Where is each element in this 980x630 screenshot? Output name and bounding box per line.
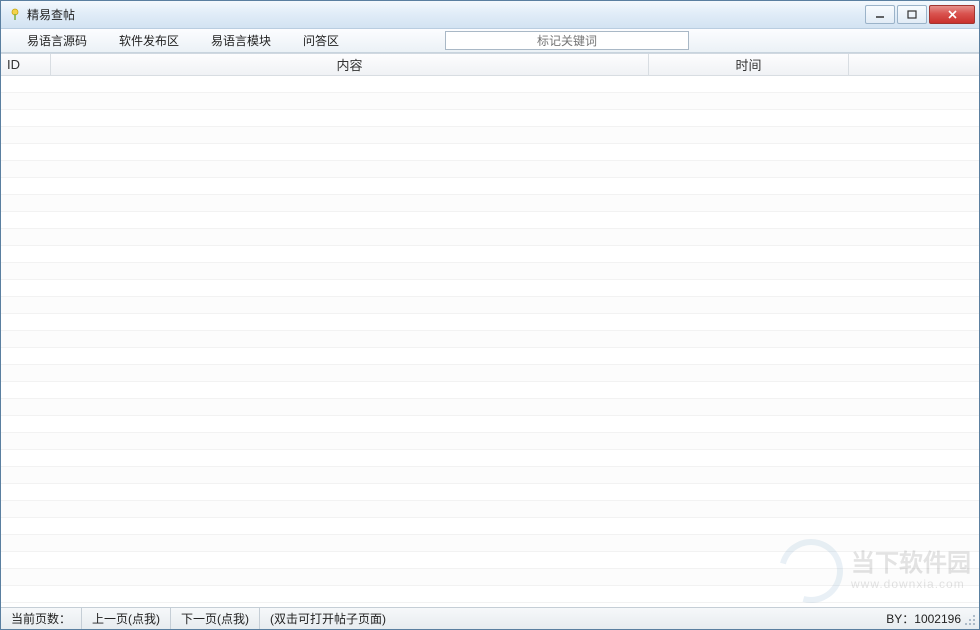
table-row (1, 484, 979, 501)
app-icon (7, 7, 23, 23)
toolbar: 易语言源码 软件发布区 易语言模块 问答区 (1, 29, 979, 53)
search-input[interactable] (445, 31, 689, 50)
table-row (1, 246, 979, 263)
table-header: ID 内容 时间 (1, 54, 979, 76)
table-row (1, 348, 979, 365)
column-id[interactable]: ID (1, 54, 51, 75)
table-row (1, 433, 979, 450)
hint-text: (双击可打开帖子页面) (260, 608, 876, 629)
data-table: ID 内容 时间 (1, 53, 979, 607)
table-row (1, 280, 979, 297)
table-row (1, 331, 979, 348)
table-row (1, 93, 979, 110)
table-row (1, 501, 979, 518)
tab-software-release[interactable]: 软件发布区 (103, 30, 195, 51)
table-row (1, 535, 979, 552)
titlebar: 精易查帖 (1, 1, 979, 29)
table-row (1, 229, 979, 246)
prev-page-button[interactable]: 上一页(点我) (82, 608, 171, 629)
table-row (1, 518, 979, 535)
window-title: 精易查帖 (27, 6, 863, 23)
current-page-label: 当前页数： (1, 608, 82, 629)
table-row (1, 110, 979, 127)
table-row (1, 212, 979, 229)
table-row (1, 297, 979, 314)
tab-modules[interactable]: 易语言模块 (195, 30, 287, 51)
column-time[interactable]: 时间 (649, 54, 849, 75)
tab-qa[interactable]: 问答区 (287, 30, 355, 51)
table-row (1, 161, 979, 178)
table-row (1, 76, 979, 93)
table-row (1, 178, 979, 195)
table-row (1, 314, 979, 331)
table-row (1, 467, 979, 484)
table-row (1, 416, 979, 433)
resize-grip-icon[interactable] (963, 613, 977, 627)
app-window: 精易查帖 易语言源码 软件发布区 易语言模块 问答区 ID 内容 时间 (0, 0, 980, 630)
table-row (1, 382, 979, 399)
minimize-button[interactable] (865, 5, 895, 24)
window-controls (863, 5, 975, 24)
table-row (1, 569, 979, 586)
tab-source-code[interactable]: 易语言源码 (11, 30, 103, 51)
column-content[interactable]: 内容 (51, 54, 649, 75)
column-tail (849, 54, 979, 75)
table-row (1, 586, 979, 603)
table-row (1, 127, 979, 144)
table-row (1, 263, 979, 280)
table-row (1, 144, 979, 161)
statusbar: 当前页数： 上一页(点我) 下一页(点我) (双击可打开帖子页面) BY：100… (1, 607, 979, 629)
table-body[interactable] (1, 76, 979, 607)
maximize-button[interactable] (897, 5, 927, 24)
table-row (1, 195, 979, 212)
close-button[interactable] (929, 5, 975, 24)
table-row (1, 399, 979, 416)
table-row (1, 365, 979, 382)
table-row (1, 552, 979, 569)
next-page-button[interactable]: 下一页(点我) (171, 608, 260, 629)
table-row (1, 450, 979, 467)
